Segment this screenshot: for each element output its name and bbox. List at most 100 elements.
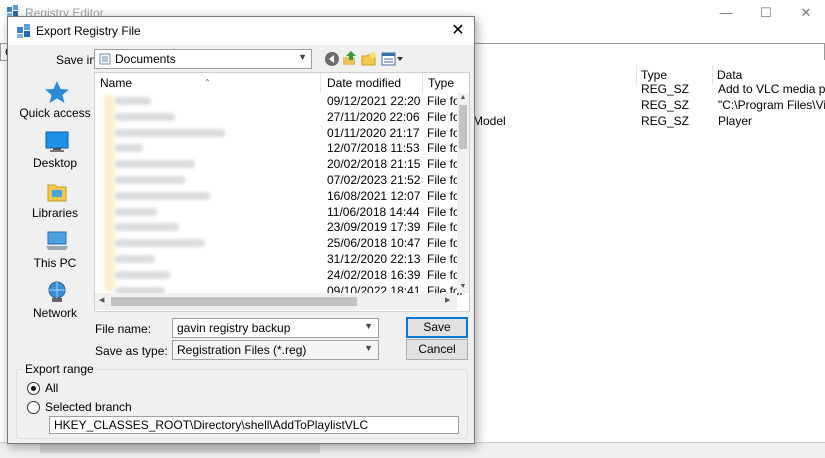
minimize-button[interactable]: — [708, 0, 744, 26]
file-row[interactable]: 31/12/2020 22:13 File fol [95, 251, 462, 267]
file-row[interactable]: 20/02/2018 21:15 File fol [95, 156, 462, 172]
column-date-modified[interactable]: Date modified [322, 73, 423, 93]
file-row[interactable]: 12/07/2018 11:53 File fol [95, 140, 462, 156]
file-date: 23/09/2019 17:39 [327, 220, 421, 235]
file-name-blurred [115, 97, 151, 105]
chevron-down-icon: ▼ [298, 52, 307, 62]
file-name-blurred [115, 255, 155, 263]
file-name-input[interactable]: gavin registry backup ▼ [172, 318, 379, 338]
save-as-type-dropdown[interactable]: Registration Files (*.reg) ▼ [172, 340, 379, 360]
value-name: Model [473, 114, 506, 128]
status-text-blurred [40, 444, 320, 453]
dialog-title: Export Registry File [36, 24, 141, 38]
view-menu-icon[interactable] [381, 51, 405, 67]
scroll-down-icon[interactable]: ▼ [459, 283, 467, 290]
horizontal-scrollbar[interactable]: ◀ ▶ [95, 293, 457, 310]
save-in-label: Save in: [56, 53, 100, 67]
file-row[interactable]: 27/11/2020 22:06 File fol [95, 109, 462, 125]
desktop-icon [45, 131, 69, 152]
file-date: 01/11/2020 21:17 [327, 125, 420, 140]
file-name-blurred [115, 112, 175, 121]
export-registry-dialog: Export Registry File ✕ Save in: Document… [7, 16, 475, 444]
file-row[interactable]: 16/08/2021 12:07 File fol [95, 188, 462, 204]
radio-selected-branch[interactable] [27, 401, 40, 414]
export-range-group: Export range All Selected branch HKEY_CL… [16, 362, 468, 439]
scroll-left-icon[interactable]: ◀ [99, 296, 104, 304]
save-button[interactable]: Save [406, 317, 468, 338]
file-row[interactable]: 11/06/2018 14:44 File fol [95, 204, 462, 220]
file-date: 12/07/2018 11:53 [327, 141, 420, 156]
place-desktop[interactable]: Desktop [16, 128, 94, 176]
file-row[interactable]: 24/02/2018 16:39 File fol [95, 267, 462, 283]
maximize-button[interactable]: ☐ [748, 0, 784, 26]
horizontal-scroll-thumb[interactable] [111, 297, 357, 306]
vertical-scrollbar[interactable]: ▲ ▼ [457, 93, 469, 293]
file-name-blurred [115, 239, 205, 248]
radio-selected-branch-label[interactable]: Selected branch [45, 400, 132, 414]
place-label: Libraries [31, 206, 79, 220]
branch-path-input[interactable]: HKEY_CLASSES_ROOT\Directory\shell\AddToP… [49, 416, 459, 434]
place-quick-access[interactable]: Quick access [16, 78, 94, 126]
back-icon[interactable] [324, 51, 340, 67]
place-libraries[interactable]: Libraries [16, 178, 94, 226]
regedit-statusbar [0, 442, 825, 458]
close-button[interactable]: ✕ [788, 0, 824, 26]
file-name-blurred [115, 191, 210, 200]
scroll-up-icon[interactable]: ▲ [459, 94, 467, 101]
file-name-blurred [115, 223, 179, 232]
scroll-right-icon[interactable]: ▶ [445, 296, 450, 304]
file-name-blurred [115, 144, 143, 153]
file-name-blurred [115, 128, 225, 137]
file-date: 20/02/2018 21:15 [327, 157, 421, 172]
column-name[interactable]: Name ⌃ [95, 73, 321, 93]
file-row[interactable]: 09/12/2021 22:20 File fol [95, 93, 462, 109]
file-name-value: gavin registry backup [177, 321, 291, 335]
file-row[interactable]: 01/11/2020 21:17 File fol [95, 125, 462, 141]
place-label: Quick access [19, 106, 91, 120]
place-this-pc[interactable]: This PC [16, 228, 94, 276]
file-row[interactable]: 23/09/2019 17:39 File fol [95, 219, 462, 235]
file-date: 27/11/2020 22:06 [327, 109, 420, 124]
file-date: 16/08/2021 12:07 [327, 188, 421, 203]
places-bar: Quick access Desktop Libraries This PC N… [16, 72, 94, 328]
place-network[interactable]: Network [16, 278, 94, 326]
column-name-label: Name [100, 76, 133, 90]
radio-all[interactable] [27, 382, 40, 395]
dialog-close-icon[interactable]: ✕ [448, 21, 468, 41]
radio-all-label[interactable]: All [45, 381, 58, 395]
cancel-button[interactable]: Cancel [406, 339, 468, 360]
up-folder-icon[interactable] [342, 50, 358, 66]
file-row[interactable]: 25/06/2018 10:47 File fol [95, 235, 462, 251]
dialog-titlebar: Export Registry File ✕ [8, 17, 474, 45]
chevron-down-icon[interactable]: ▼ [364, 321, 373, 331]
file-name-blurred [115, 270, 170, 279]
value-data: Add to VLC media playe [718, 82, 825, 96]
vertical-scroll-thumb[interactable] [459, 105, 467, 149]
place-label: Network [32, 306, 77, 320]
value-data: "C:\Program Files\Videc [718, 98, 825, 112]
file-date: 07/02/2023 21:52 [327, 173, 421, 187]
file-list: Name ⌃ Date modified Type 09/12/2021 22:… [94, 72, 470, 312]
file-name-blurred [115, 176, 185, 184]
file-name-blurred [115, 207, 157, 216]
file-date: 09/12/2021 22:20 [327, 94, 421, 108]
value-data: Player [718, 114, 753, 128]
file-row[interactable]: 07/02/2023 21:52 File fol [95, 172, 462, 188]
file-date: 24/02/2018 16:39 [327, 267, 421, 282]
place-label: Desktop [32, 156, 78, 170]
file-date: 31/12/2020 22:13 [327, 252, 421, 266]
star-icon [45, 81, 69, 103]
save-in-value: Documents [115, 52, 176, 66]
save-in-dropdown[interactable]: Documents ▼ [94, 49, 312, 69]
file-list-header: Name ⌃ Date modified Type [95, 73, 469, 93]
file-date: 25/06/2018 10:47 [327, 236, 421, 251]
branch-path-value: HKEY_CLASSES_ROOT\Directory\shell\AddToP… [54, 418, 369, 432]
value-type: REG_SZ [641, 98, 690, 112]
column-type[interactable]: Type [423, 73, 468, 93]
value-type: REG_SZ [641, 114, 690, 128]
documents-folder-icon [99, 53, 111, 65]
network-icon [48, 281, 66, 302]
new-folder-icon[interactable] [361, 51, 377, 67]
file-name-label: File name: [95, 322, 152, 336]
file-name-blurred [115, 160, 195, 169]
